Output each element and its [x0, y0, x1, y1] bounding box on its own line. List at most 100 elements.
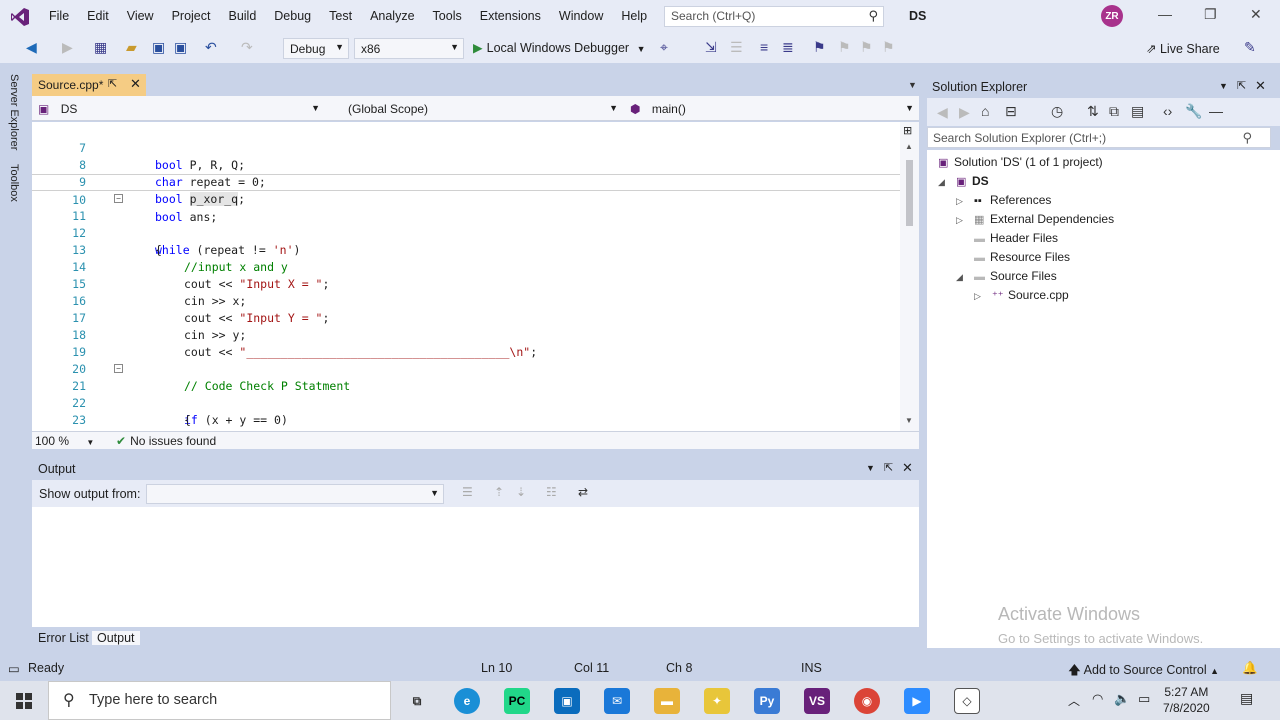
platform-dropdown[interactable]: x86 ▼	[354, 38, 464, 59]
chevron-down-icon[interactable]: ▼	[1219, 81, 1228, 91]
tree-item-source-files[interactable]: ◢ ▬ Source Files	[956, 269, 1057, 283]
taskbar-search-input[interactable]: ⚲ Type here to search	[48, 681, 391, 720]
sticky-app-icon[interactable]: ✦	[704, 688, 730, 714]
uncomment-icon[interactable]: ≣	[782, 39, 794, 56]
close-icon[interactable]: ✕	[902, 460, 913, 476]
restore-icon[interactable]: ❐	[1204, 6, 1217, 23]
menu-test[interactable]: Test	[320, 0, 361, 33]
menu-view[interactable]: View	[118, 0, 163, 33]
taskbar-clock[interactable]: 5:27 AM 7/8/2020	[1163, 684, 1210, 716]
collapse-icon[interactable]: −	[114, 364, 123, 373]
quick-search-input[interactable]: Search (Ctrl+Q) ⚲	[664, 6, 884, 27]
menu-analyze[interactable]: Analyze	[361, 0, 423, 33]
avatar[interactable]: ZR	[1101, 5, 1123, 27]
chrome-icon[interactable]: ◉	[854, 688, 880, 714]
chevron-up-icon[interactable]: ︿	[1068, 692, 1080, 709]
add-to-source-control-button[interactable]: 🡅 Add to Source Control ▲	[1068, 661, 1219, 682]
preview-icon[interactable]: —	[1209, 103, 1223, 119]
visual-studio-taskbar-icon[interactable]: VS	[804, 688, 830, 714]
expanded-icon[interactable]: ◢	[956, 272, 968, 283]
tab-output[interactable]: Output	[92, 631, 140, 645]
tree-item-resource-files[interactable]: ▬ Resource Files	[974, 250, 1070, 264]
bookmark-icon[interactable]: ⚑	[813, 39, 826, 56]
toolbox-tab[interactable]: Toolbox	[8, 164, 20, 202]
unity-icon[interactable]: ◇	[954, 688, 980, 714]
zoom-dropdown[interactable]: 100 % ▼	[35, 434, 94, 448]
edge-icon[interactable]: e	[454, 688, 480, 714]
project-dropdown[interactable]: ▣ DS ▼	[34, 99, 324, 119]
menu-extensions[interactable]: Extensions	[471, 0, 550, 33]
collapsed-icon[interactable]: ▷	[956, 215, 968, 226]
browse-icon[interactable]: ⌖	[660, 39, 668, 56]
switch-views-icon[interactable]: ⊟	[1005, 103, 1017, 120]
code-editor[interactable]: 7 bool P, R, Q; 8 char repeat = 0; 9 boo…	[32, 122, 919, 431]
server-explorer-tab[interactable]: Server Explorer	[8, 74, 20, 150]
file-explorer-icon[interactable]: ▬	[654, 688, 680, 714]
tab-source-cpp[interactable]: Source.cpp* ⇱ ✕	[32, 74, 146, 96]
pending-changes-icon[interactable]: ◷	[1051, 103, 1063, 120]
start-button[interactable]	[0, 681, 48, 720]
menu-help[interactable]: Help	[612, 0, 656, 33]
pin-icon[interactable]: ⇱	[884, 461, 893, 474]
editor-vertical-scrollbar[interactable]: ⊞ ▲ ▼	[900, 122, 919, 431]
menu-build[interactable]: Build	[219, 0, 265, 33]
collapsed-icon[interactable]: ▷	[956, 196, 968, 207]
member-dropdown[interactable]: ⬢ main() ▼	[626, 99, 918, 119]
undo-icon[interactable]: ↶	[205, 39, 217, 56]
menu-tools[interactable]: Tools	[424, 0, 471, 33]
word-wrap-icon[interactable]: ⇄	[578, 485, 588, 499]
comment-icon[interactable]: ≡	[760, 39, 768, 55]
properties-icon[interactable]: 🔧	[1185, 103, 1202, 120]
issues-indicator[interactable]: ✔ No issues found	[116, 434, 216, 448]
tree-item-project[interactable]: ◢ ▣ DS	[938, 174, 989, 188]
chevron-down-icon[interactable]: ▼	[908, 80, 917, 90]
feedback-icon[interactable]: ✎	[1244, 39, 1256, 56]
menu-file[interactable]: File	[40, 0, 78, 33]
save-icon[interactable]: ▣	[152, 39, 165, 56]
expanded-icon[interactable]: ◢	[938, 177, 950, 188]
step-icon[interactable]: ⇲	[705, 39, 717, 56]
menu-window[interactable]: Window	[550, 0, 612, 33]
configuration-dropdown[interactable]: Debug ▼	[283, 38, 349, 59]
close-window-icon[interactable]: ✕	[1250, 6, 1262, 23]
menu-edit[interactable]: Edit	[78, 0, 118, 33]
chevron-down-icon[interactable]: ▼	[866, 463, 875, 473]
sync-icon[interactable]: ⇅	[1087, 103, 1099, 120]
tab-error-list[interactable]: Error List	[33, 631, 94, 645]
collapse-all-icon[interactable]: ⧉	[1109, 103, 1119, 120]
volume-icon[interactable]: 🔈	[1114, 691, 1130, 707]
tree-item-external-dependencies[interactable]: ▷ ▦ External Dependencies	[956, 212, 1114, 226]
solution-explorer-search-input[interactable]: Search Solution Explorer (Ctrl+;) ⚲	[927, 127, 1271, 148]
output-text-area[interactable]	[32, 507, 919, 627]
tree-item-references[interactable]: ▷ ▪▪ References	[956, 193, 1051, 207]
output-source-dropdown[interactable]: ▼	[146, 484, 444, 504]
pin-icon[interactable]: ⇱	[1237, 79, 1246, 92]
close-icon[interactable]: ✕	[1255, 78, 1266, 94]
mail-icon[interactable]: ✉	[604, 688, 630, 714]
open-folder-icon[interactable]: ▰	[126, 39, 137, 56]
wifi-icon[interactable]: ◠	[1092, 691, 1103, 707]
split-icon[interactable]: ⊞	[903, 124, 912, 137]
view-code-icon[interactable]: ‹›	[1163, 103, 1172, 119]
notifications-icon[interactable]: 🔔	[1242, 661, 1258, 676]
scroll-thumb[interactable]	[906, 160, 913, 226]
live-share-button[interactable]: ⇗ Live Share	[1146, 41, 1220, 56]
zoom-icon[interactable]: ▶	[904, 688, 930, 714]
task-view-icon[interactable]: ⧉	[404, 688, 430, 714]
scroll-up-icon[interactable]: ▲	[905, 142, 913, 151]
new-project-icon[interactable]: ▦	[94, 39, 107, 56]
save-all-icon[interactable]: ▣	[174, 39, 187, 56]
close-icon[interactable]: ✕	[130, 76, 141, 92]
menu-project[interactable]: Project	[163, 0, 220, 33]
tree-item-header-files[interactable]: ▬ Header Files	[974, 231, 1058, 245]
action-center-icon[interactable]: ▤	[1240, 690, 1253, 707]
show-all-files-icon[interactable]: ▤	[1131, 103, 1144, 120]
scope-dropdown[interactable]: (Global Scope) ▼	[332, 99, 622, 119]
collapse-icon[interactable]: −	[114, 194, 123, 203]
start-debugger-button[interactable]: ▶ Local Windows Debugger ▼	[473, 40, 645, 55]
pin-icon[interactable]: ⇱	[108, 77, 117, 90]
pycharm-icon[interactable]: PC	[504, 688, 530, 714]
python-icon[interactable]: Py	[754, 688, 780, 714]
output-window-icon[interactable]: ▭	[8, 661, 20, 676]
menu-debug[interactable]: Debug	[265, 0, 320, 33]
